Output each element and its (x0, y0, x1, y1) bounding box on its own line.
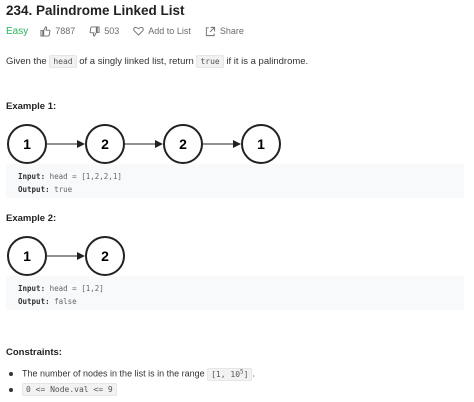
thumbs-up-icon (40, 25, 51, 37)
node-value: 1 (23, 248, 31, 264)
output-value: false (49, 297, 77, 306)
problem-meta-bar: Easy 7887 503 Add to List Share (6, 24, 258, 38)
add-to-list-button[interactable]: Add to List (133, 26, 191, 36)
node-value: 2 (101, 136, 109, 152)
node-value: 2 (179, 136, 187, 152)
node-value: 1 (23, 136, 31, 152)
node-value: 2 (101, 248, 109, 264)
problem-description: Given the head of a singly linked list, … (6, 55, 309, 68)
description-text: Given the (6, 56, 50, 67)
bullet (9, 388, 13, 392)
bullet (9, 372, 13, 376)
thumbs-down-icon (89, 25, 100, 37)
input-label: Input: (18, 284, 46, 293)
constraints-heading: Constraints: (6, 347, 62, 358)
example-2-codeblock: Input: head = [1,2] Output: false (6, 276, 464, 310)
heart-icon (133, 26, 145, 36)
share-button[interactable]: Share (205, 26, 244, 37)
example-1-linked-list-diagram: 1 2 2 1 (7, 124, 281, 164)
output-label: Output: (18, 297, 50, 306)
constraint-text: The number of nodes in the list is in th… (22, 368, 208, 379)
example-1-heading: Example 1: (6, 101, 57, 112)
output-label: Output: (18, 185, 50, 194)
code-head: head (49, 55, 77, 68)
input-label: Input: (18, 172, 46, 181)
input-value: head = [1,2] (45, 284, 104, 293)
example-1-codeblock: Input: head = [1,2,2,1] Output: true (6, 164, 464, 198)
code-true: true (196, 55, 224, 68)
dislike-button[interactable]: 503 (89, 25, 120, 37)
share-icon (205, 26, 215, 36)
output-line: Output: false (18, 297, 77, 306)
dislikes-count: 503 (104, 26, 120, 36)
add-to-list-label: Add to List (148, 26, 191, 36)
likes-count: 7887 (55, 26, 76, 36)
constraint-period: . (252, 368, 255, 379)
example-2-linked-list-diagram: 1 2 (7, 236, 125, 276)
input-value: head = [1,2,2,1] (45, 172, 122, 181)
problem-title: 234. Palindrome Linked List (6, 3, 185, 18)
output-line: Output: true (18, 185, 72, 194)
output-value: true (49, 185, 73, 194)
input-line: Input: head = [1,2] (18, 284, 104, 293)
constraint-code: 0 <= Node.val <= 9 (22, 383, 117, 396)
constraint-item: 0 <= Node.val <= 9 (9, 383, 117, 396)
constraint-item: The number of nodes in the list is in th… (9, 367, 255, 381)
constraint-code: [1, 105] (207, 367, 253, 381)
example-2-heading: Example 2: (6, 213, 57, 224)
node-value: 1 (257, 136, 265, 152)
description-text: if it is a palindrome. (223, 56, 309, 67)
description-text: of a singly linked list, return (76, 56, 197, 67)
range-start: [1, 10 (211, 369, 241, 379)
range-end: ] (243, 369, 249, 379)
difficulty-label: Easy (6, 25, 29, 37)
like-button[interactable]: 7887 (40, 25, 76, 37)
input-line: Input: head = [1,2,2,1] (18, 172, 122, 181)
share-label: Share (219, 26, 244, 36)
